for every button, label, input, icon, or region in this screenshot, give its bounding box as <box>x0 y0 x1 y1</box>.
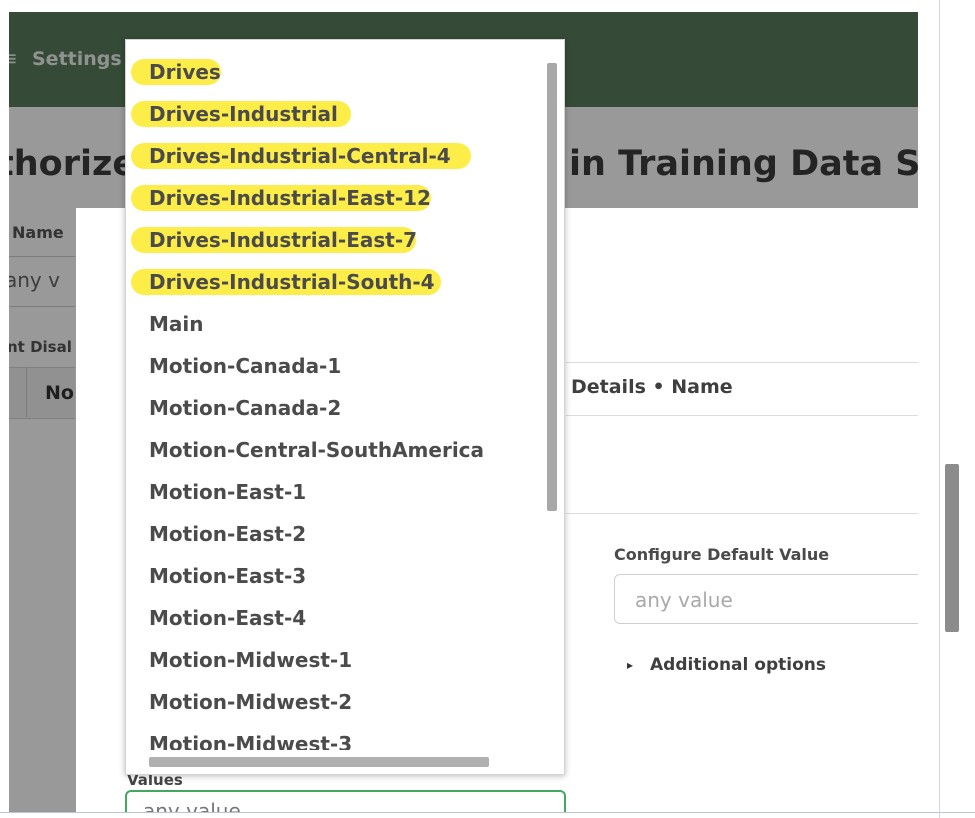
dropdown-option[interactable]: Drives-Industrial-East-7 <box>149 222 417 258</box>
dropdown-option[interactable]: Motion-East-2 <box>149 516 306 552</box>
dropdown-option[interactable]: Drives-Industrial-East-12 <box>149 180 431 216</box>
dropdown-option[interactable]: Motion-East-3 <box>149 558 306 594</box>
screenshot-frame: ≡ Settings thorize in Training Data Sec … <box>0 0 975 818</box>
dropdown-option[interactable]: Drives-Industrial <box>149 96 338 132</box>
values-input[interactable] <box>141 798 545 812</box>
dropdown-list[interactable]: Drives Drives-Industrial Drives-Industrial… <box>125 39 565 775</box>
divider <box>566 513 918 514</box>
vertical-scroll-thumb[interactable] <box>547 63 557 511</box>
additional-options-toggle[interactable]: Additional options <box>650 655 826 675</box>
details-name-header: Details • Name <box>571 376 733 398</box>
page-scroll-thumb[interactable] <box>945 464 959 632</box>
values-field[interactable] <box>125 790 566 812</box>
divider <box>566 415 918 416</box>
horizontal-scroll-thumb[interactable] <box>149 757 489 767</box>
dropdown-option[interactable]: Main <box>149 306 204 342</box>
default-value-input[interactable] <box>633 587 917 613</box>
page-scrollbar-track <box>939 0 940 818</box>
configure-default-label: Configure Default Value <box>614 545 830 564</box>
dropdown-option[interactable]: Motion-Central-SouthAmerica <box>149 432 484 468</box>
dropdown-option[interactable]: Motion-Canada-2 <box>149 390 341 426</box>
dropdown-option[interactable]: Motion-East-1 <box>149 474 306 510</box>
dropdown-option[interactable]: Motion-Midwest-2 <box>149 684 352 720</box>
caret-right-icon[interactable]: ▸ <box>627 658 633 672</box>
dropdown-option[interactable]: Drives <box>149 54 221 90</box>
dropdown-option[interactable]: Drives-Industrial-Central-4 <box>149 138 451 174</box>
dropdown-option[interactable]: Drives-Industrial-South-4 <box>149 264 435 300</box>
divider <box>566 362 918 363</box>
dropdown-option[interactable]: Motion-East-4 <box>149 600 306 636</box>
frame-border <box>0 812 975 813</box>
dropdown-option[interactable]: Motion-Midwest-1 <box>149 642 352 678</box>
default-value-field[interactable] <box>614 574 918 624</box>
vertical-scrollbar[interactable] <box>540 40 564 752</box>
dropdown-option[interactable]: Motion-Canada-1 <box>149 348 341 384</box>
horizontal-scrollbar[interactable] <box>126 750 541 774</box>
